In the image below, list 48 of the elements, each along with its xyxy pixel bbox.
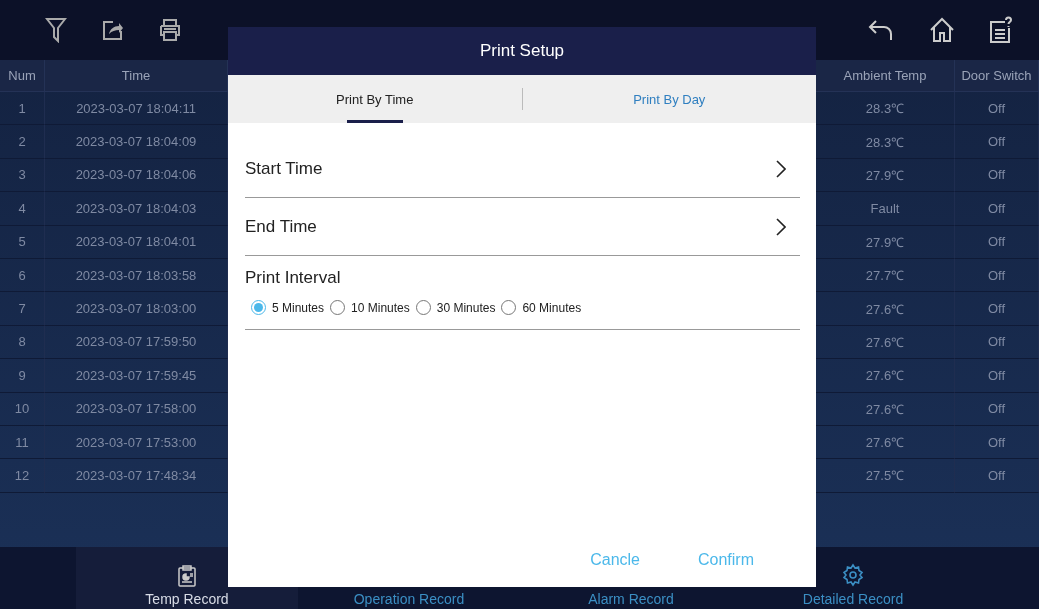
- back-arrow-icon[interactable]: [867, 18, 895, 42]
- table-cell: 4: [0, 192, 45, 226]
- row-label[interactable]: Start Time: [245, 158, 323, 179]
- column-header: Num: [0, 60, 45, 92]
- table-cell: Off: [955, 158, 1039, 193]
- table-cell: Off: [955, 459, 1039, 493]
- gear-icon: [841, 563, 865, 587]
- chevron-right-icon[interactable]: [776, 217, 786, 236]
- table-cell: 9: [0, 359, 45, 393]
- notes-question-icon[interactable]: [989, 16, 1013, 44]
- table-cell: 5: [0, 225, 45, 259]
- dialog-title: Print Setup: [228, 27, 816, 75]
- radio-label[interactable]: 30 Minutes: [436, 300, 496, 315]
- table-cell: 8: [0, 325, 45, 360]
- radio-label[interactable]: 10 Minutes: [351, 300, 410, 315]
- table-cell: 6: [0, 258, 45, 293]
- table-cell: 1: [0, 92, 45, 126]
- table-cell: 2: [0, 125, 45, 159]
- share-icon[interactable]: [101, 18, 125, 42]
- table-cell: 11: [0, 425, 45, 460]
- table-cell: Off: [955, 192, 1039, 226]
- table-cell: Off: [955, 125, 1039, 159]
- column-header: Ambient Temp: [816, 60, 955, 92]
- table-cell: Off: [955, 425, 1039, 460]
- table-cell: 3: [0, 158, 45, 193]
- table-cell: Off: [955, 225, 1039, 259]
- radio-label[interactable]: 60 Minutes: [522, 300, 582, 315]
- table-cell: Off: [955, 325, 1039, 360]
- table-cell: Off: [955, 292, 1039, 326]
- home-icon[interactable]: [929, 17, 955, 43]
- row-label[interactable]: End Time: [245, 216, 317, 237]
- radio-label[interactable]: 5 Minutes: [272, 300, 325, 315]
- table-cell: 7: [0, 292, 45, 326]
- tab[interactable]: Print By Time: [228, 75, 522, 123]
- table-cell: Off: [955, 92, 1039, 126]
- table-cell: 12: [0, 459, 45, 493]
- chevron-right-icon[interactable]: [776, 159, 786, 178]
- table-cell: Off: [955, 359, 1039, 393]
- clipboard-chart-icon: [178, 565, 196, 587]
- table-cell: Off: [955, 258, 1039, 293]
- table-cell: Off: [955, 392, 1039, 426]
- section-label: Print Interval: [245, 268, 342, 288]
- tab[interactable]: Print By Day: [522, 75, 816, 123]
- column-header: Door Switch: [955, 60, 1039, 92]
- filter-icon[interactable]: [45, 17, 67, 43]
- print-icon[interactable]: [159, 18, 181, 42]
- table-cell: 10: [0, 392, 45, 426]
- column-header: Time: [45, 60, 228, 92]
